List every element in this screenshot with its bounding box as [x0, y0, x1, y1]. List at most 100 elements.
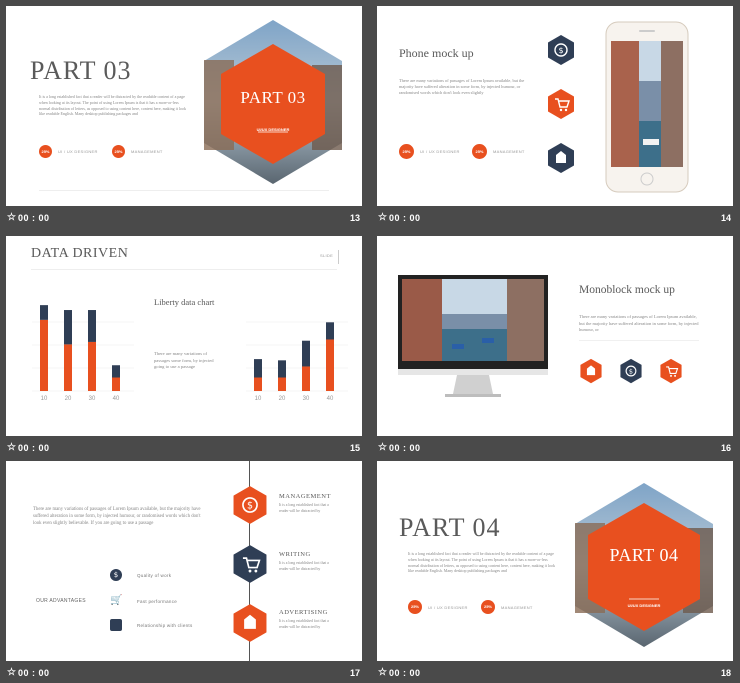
slide-label: SLIDE — [320, 253, 334, 258]
x-tick-label: 30 — [303, 396, 310, 402]
bar-30-s0 — [88, 341, 96, 391]
hex-title: PART 03 — [240, 88, 306, 107]
slide-duration: 00 : 00 — [18, 213, 50, 223]
hex-title: PART 04 — [609, 545, 679, 565]
slide-title: DATA DRIVEN — [31, 246, 129, 261]
part-title: PART 04 — [399, 513, 501, 542]
cart-icon — [548, 89, 574, 119]
bar-10-s0 — [254, 377, 262, 391]
star-icon[interactable]: ☆ — [7, 442, 16, 453]
stat-label: MANAGEMENT — [131, 149, 163, 154]
bar-40-s1 — [112, 365, 120, 378]
slide-canvas: PART 04 It is a long established fact th… — [377, 461, 733, 661]
bar-20-s1 — [278, 360, 286, 378]
slide-number: 15 — [349, 443, 360, 453]
cart-icon — [233, 545, 267, 583]
timeline-label: ADVERTISING — [279, 609, 328, 616]
stat-label: UI / UX DESIGNER — [58, 149, 98, 154]
advantages-label: OUR ADVANTAGES — [36, 598, 86, 604]
dollar-icon: $ — [110, 569, 122, 581]
x-tick-label: 20 — [279, 396, 286, 402]
bar-40-s1 — [326, 322, 334, 340]
feature-label: Quality of work — [137, 573, 172, 578]
cart-icon: 🛒 — [110, 595, 123, 606]
body-text: There are many variations of passages so… — [154, 351, 214, 370]
slide-meta: ☆ 00 : 00 16 — [377, 439, 733, 459]
slide-canvas: Phone mock up There are many variations … — [377, 6, 733, 206]
stat-label: UI / UX DESIGNER — [420, 149, 460, 154]
star-icon[interactable]: ☆ — [7, 667, 16, 678]
star-icon[interactable]: ☆ — [378, 212, 387, 223]
bar-chart-left: 10 20 30 40 — [32, 305, 134, 402]
cart-icon — [660, 358, 682, 384]
star-icon[interactable]: ☆ — [378, 667, 387, 678]
bar-10-s0 — [40, 319, 48, 391]
stat-badge: 25% — [481, 600, 495, 614]
bar-30-s1 — [302, 340, 310, 367]
bar-10-s1 — [254, 359, 262, 378]
stat-badge: 25% — [112, 145, 125, 158]
stat-badge: 25% — [472, 144, 487, 159]
slide-canvas: There are many variations of passages of… — [6, 461, 362, 661]
x-tick-label: 10 — [255, 396, 262, 402]
stat-badge: 25% — [39, 145, 52, 158]
bar-20-s1 — [64, 310, 72, 345]
part-title: PART 03 — [30, 56, 132, 85]
body-text: It is a long established fact that a rea… — [39, 94, 186, 117]
dollar-icon: $ — [233, 486, 267, 524]
slide-number: 16 — [720, 443, 731, 453]
timeline-text: It is a long established fact that a rea… — [279, 503, 329, 513]
tag-icon — [580, 358, 602, 384]
slide-canvas: DATA DRIVEN SLIDE Liberty data chart The… — [6, 236, 362, 436]
bar-40-s0 — [326, 339, 334, 391]
body-text: It is a long established fact that a rea… — [408, 551, 555, 574]
monitor-mockup — [398, 275, 548, 397]
bar-chart-right: 10 20 30 40 — [246, 321, 348, 402]
slide-title: Phone mock up — [399, 46, 474, 60]
x-tick-label: 40 — [327, 396, 334, 402]
slide-title: Monoblock mock up — [579, 284, 675, 296]
tag-icon — [110, 619, 122, 631]
bar-10-s1 — [40, 305, 48, 320]
slide-number: 18 — [720, 668, 731, 678]
slide-meta: ☆ 00 : 00 17 — [6, 664, 362, 683]
body-text: There are many variations of passages of… — [399, 78, 525, 96]
slide-duration: 00 : 00 — [18, 668, 50, 678]
star-icon[interactable]: ☆ — [7, 212, 16, 223]
bar-40-s0 — [112, 377, 120, 391]
x-tick-label: 40 — [113, 396, 120, 402]
divider — [579, 340, 699, 341]
slide-duration: 00 : 00 — [18, 443, 50, 453]
x-tick-label: 10 — [41, 396, 48, 402]
tag-icon — [233, 604, 267, 642]
slide-duration: 00 : 00 — [389, 668, 421, 678]
svg-text:$: $ — [558, 46, 563, 55]
bar-20-s0 — [278, 377, 286, 391]
svg-text:$: $ — [629, 367, 633, 375]
body-text: There are many variations of passages of… — [33, 507, 201, 526]
timeline-label: WRITING — [279, 551, 311, 558]
slide-number: 17 — [349, 668, 360, 678]
timeline-text: It is a long established fact that a rea… — [279, 619, 329, 629]
stat-badge: 25% — [408, 600, 422, 614]
feature-label: Relationship with clients — [137, 623, 193, 628]
bar-30-s1 — [88, 310, 96, 342]
stat-label: MANAGEMENT — [501, 605, 533, 610]
dollar-icon: $ — [620, 358, 642, 384]
hex-subtitle: UI/UX DESIGNER — [627, 603, 661, 608]
phone-mockup — [605, 21, 689, 193]
svg-text:$: $ — [247, 501, 253, 512]
chart-subtitle: Liberty data chart — [154, 297, 215, 307]
slide-meta: ☆ 00 : 00 13 — [6, 209, 362, 229]
divider — [338, 250, 339, 264]
slide-canvas: Monoblock mock up There are many variati… — [377, 236, 733, 436]
slide-number: 13 — [349, 213, 360, 223]
tag-icon — [548, 143, 574, 173]
divider — [31, 269, 337, 270]
body-text: There are many variations of passages of… — [579, 314, 699, 333]
star-icon[interactable]: ☆ — [378, 442, 387, 453]
slide-duration: 00 : 00 — [389, 213, 421, 223]
hex-subtitle: UI/UX DESIGNER — [256, 127, 290, 132]
timeline-text: It is a long established fact that a rea… — [279, 561, 329, 571]
slide-meta: ☆ 00 : 00 18 — [377, 664, 733, 683]
